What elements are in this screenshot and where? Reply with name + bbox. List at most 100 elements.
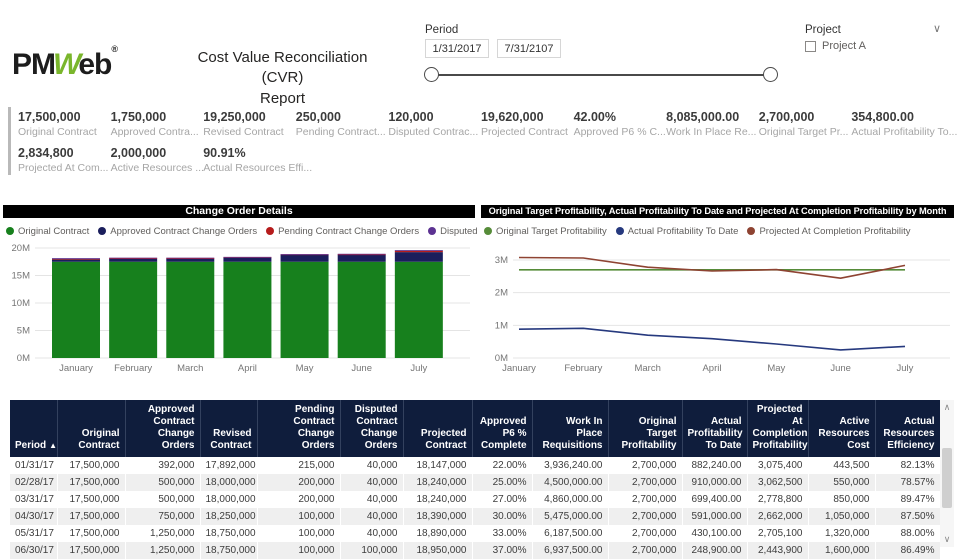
bar-segment[interactable]	[109, 262, 157, 358]
table-cell[interactable]: 18,950,000	[403, 542, 472, 559]
legend-item[interactable]: Pending Contract Change Orders	[266, 226, 419, 237]
table-cell[interactable]: 06/30/17	[10, 542, 57, 559]
bar-segment[interactable]	[223, 258, 271, 262]
table-cell[interactable]: 5,475,000.00	[532, 508, 608, 525]
table-cell[interactable]: 200,000	[257, 491, 340, 508]
table-cell[interactable]: 248,900.00	[682, 542, 747, 559]
bar-segment[interactable]	[166, 262, 214, 358]
bar-segment[interactable]	[166, 259, 214, 262]
table-cell[interactable]: 87.50%	[875, 508, 940, 525]
legend-item[interactable]: Actual Profitability To Date	[616, 226, 739, 237]
table-cell[interactable]: 100,000	[257, 508, 340, 525]
bar-segment[interactable]	[52, 258, 100, 259]
bar-segment[interactable]	[395, 251, 443, 252]
table-cell[interactable]: 100,000	[257, 525, 340, 542]
bar-segment[interactable]	[109, 258, 157, 259]
table-cell[interactable]: 6,187,500.00	[532, 525, 608, 542]
column-header[interactable]: Projected Contract	[403, 400, 472, 457]
bar-segment[interactable]	[281, 255, 329, 262]
kpi-scrollbar[interactable]	[8, 107, 11, 175]
period-slider-track[interactable]	[432, 74, 772, 76]
table-cell[interactable]: 18,240,000	[403, 491, 472, 508]
bar-segment[interactable]	[223, 257, 271, 258]
bar-segment[interactable]	[338, 254, 386, 255]
line-chart[interactable]: 0M1M2M3MJanuaryFebruaryMarchAprilMayJune…	[478, 242, 957, 387]
bar-segment[interactable]	[109, 259, 157, 262]
table-cell[interactable]: 17,500,000	[57, 491, 125, 508]
column-header[interactable]: Active Resources Cost	[808, 400, 875, 457]
table-cell[interactable]: 2,700,000	[608, 542, 682, 559]
table-cell[interactable]: 100,000	[257, 542, 340, 559]
table-cell[interactable]: 850,000	[808, 491, 875, 508]
table-cell[interactable]: 591,000.00	[682, 508, 747, 525]
table-cell[interactable]: 04/30/17	[10, 508, 57, 525]
project-a-checkbox[interactable]	[805, 41, 816, 52]
table-cell[interactable]: 699,400.00	[682, 491, 747, 508]
table-cell[interactable]: 2,700,000	[608, 525, 682, 542]
table-cell[interactable]: 500,000	[125, 491, 200, 508]
table-cell[interactable]: 86.49%	[875, 542, 940, 559]
table-cell[interactable]: 1,320,000	[808, 525, 875, 542]
bar-segment[interactable]	[395, 252, 443, 262]
column-header[interactable]: Actual Resources Efficiency	[875, 400, 940, 457]
period-slider-handle-right[interactable]	[763, 67, 778, 82]
table-cell[interactable]: 6,937,500.00	[532, 542, 608, 559]
table-cell[interactable]: 500,000	[125, 474, 200, 491]
stacked-bar-chart[interactable]: 0M5M10M15M20MJanuaryFebruaryMarchAprilMa…	[0, 242, 478, 387]
column-header[interactable]: Revised Contract	[200, 400, 257, 457]
bar-segment[interactable]	[395, 250, 443, 251]
table-cell[interactable]: 18,147,000	[403, 457, 472, 474]
table-scrollbar-thumb[interactable]	[942, 448, 952, 508]
column-header[interactable]: Work In Place Requisitions	[532, 400, 608, 457]
table-cell[interactable]: 3,936,240.00	[532, 457, 608, 474]
table-cell[interactable]: 18,240,000	[403, 474, 472, 491]
table-cell[interactable]: 2,443,900	[747, 542, 808, 559]
bar-segment[interactable]	[281, 262, 329, 358]
bar-segment[interactable]	[52, 262, 100, 358]
table-cell[interactable]: 1,050,000	[808, 508, 875, 525]
table-cell[interactable]: 910,000.00	[682, 474, 747, 491]
period-end-input[interactable]	[497, 39, 561, 58]
table-cell[interactable]: 2,700,000	[608, 457, 682, 474]
period-start-input[interactable]	[425, 39, 489, 58]
bar-segment[interactable]	[338, 262, 386, 358]
table-cell[interactable]: 550,000	[808, 474, 875, 491]
column-header[interactable]: Original Target Profitability	[608, 400, 682, 457]
table-cell[interactable]: 4,500,000.00	[532, 474, 608, 491]
table-cell[interactable]: 18,750,000	[200, 542, 257, 559]
table-cell[interactable]: 18,000,000	[200, 491, 257, 508]
bar-segment[interactable]	[395, 262, 443, 358]
bar-segment[interactable]	[223, 262, 271, 358]
table-cell[interactable]: 27.00%	[472, 491, 532, 508]
table-cell[interactable]: 17,500,000	[57, 474, 125, 491]
period-slider-handle-left[interactable]	[424, 67, 439, 82]
table-cell[interactable]: 1,600,000	[808, 542, 875, 559]
table-cell[interactable]: 40,000	[340, 457, 403, 474]
table-cell[interactable]: 3,075,400	[747, 457, 808, 474]
table-cell[interactable]: 18,390,000	[403, 508, 472, 525]
table-cell[interactable]: 882,240.00	[682, 457, 747, 474]
bar-segment[interactable]	[281, 254, 329, 255]
table-cell[interactable]: 17,500,000	[57, 508, 125, 525]
table-cell[interactable]: 4,860,000.00	[532, 491, 608, 508]
table-cell[interactable]: 18,750,000	[200, 525, 257, 542]
column-header[interactable]: Original Contract	[57, 400, 125, 457]
table-cell[interactable]: 430,100.00	[682, 525, 747, 542]
table-cell[interactable]: 05/31/17	[10, 525, 57, 542]
legend-item[interactable]: Original Target Profitability	[484, 226, 607, 237]
legend-item[interactable]: Approved Contract Change Orders	[98, 226, 257, 237]
column-header[interactable]: Approved P6 % Complete	[472, 400, 532, 457]
table-cell[interactable]: 2,700,000	[608, 474, 682, 491]
table-cell[interactable]: 2,705,100	[747, 525, 808, 542]
table-cell[interactable]: 392,000	[125, 457, 200, 474]
column-header[interactable]: Period▲	[10, 400, 57, 457]
table-cell[interactable]: 17,500,000	[57, 525, 125, 542]
column-header[interactable]: Disputed Contract Change Orders	[340, 400, 403, 457]
table-cell[interactable]: 1,250,000	[125, 525, 200, 542]
bar-segment[interactable]	[166, 258, 214, 259]
table-cell[interactable]: 2,700,000	[608, 491, 682, 508]
table-scrollbar[interactable]: ∧ ∨	[940, 400, 954, 547]
column-header[interactable]: Actual Profitability To Date	[682, 400, 747, 457]
column-header[interactable]: Projected At Completion Profitability	[747, 400, 808, 457]
table-cell[interactable]: 1,250,000	[125, 542, 200, 559]
